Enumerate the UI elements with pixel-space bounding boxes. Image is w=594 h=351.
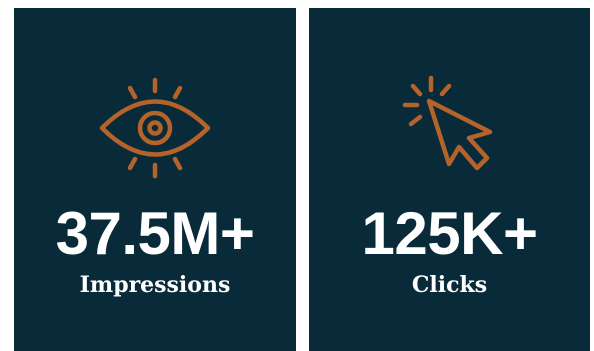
eye-icon bbox=[90, 66, 220, 196]
clicks-value: 125K+ bbox=[361, 200, 538, 267]
impressions-value: 37.5M+ bbox=[55, 200, 255, 267]
cursor-click-icon bbox=[385, 66, 515, 196]
clicks-label: Clicks bbox=[411, 272, 488, 298]
impressions-label: Impressions bbox=[79, 272, 231, 298]
impressions-card: 37.5M+ Impressions bbox=[14, 8, 296, 351]
clicks-card: 125K+ Clicks bbox=[309, 8, 590, 351]
